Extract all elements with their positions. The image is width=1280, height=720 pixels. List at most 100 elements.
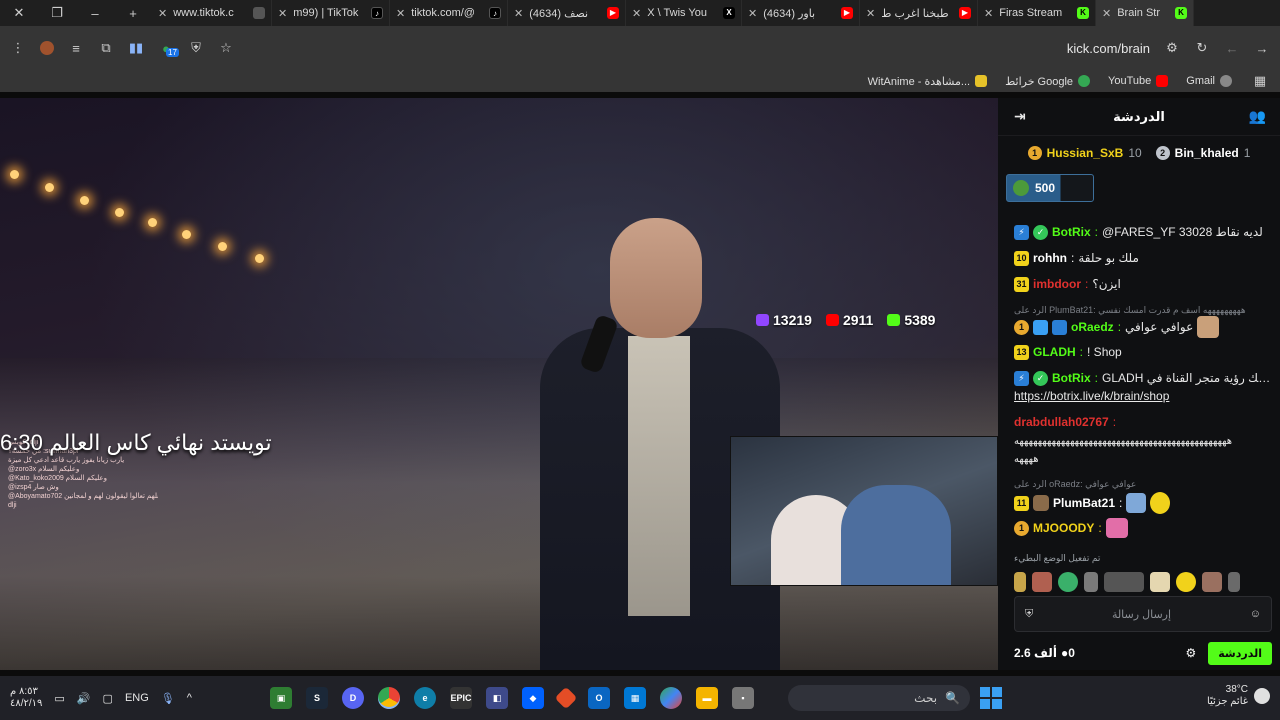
emote-icon[interactable] xyxy=(1084,572,1098,592)
chat-message[interactable]: 1 oRaedz: عوافي عوافي xyxy=(1014,316,1272,338)
bookmark-star-icon[interactable]: ☆ xyxy=(218,40,234,56)
extension-icon[interactable]: ▮▮ xyxy=(128,40,144,56)
tiktok-icon: ♪ xyxy=(371,7,383,19)
extensions-icon[interactable]: ⧉ xyxy=(98,40,114,56)
users-icon[interactable]: 👥 xyxy=(1249,108,1266,125)
shield-icon[interactable]: ⛨ xyxy=(1025,608,1033,621)
chat-settings-icon[interactable]: ⚙ xyxy=(1186,646,1197,660)
chat-message[interactable]: 1 MJOOODY: xyxy=(1014,518,1272,538)
tab-0[interactable]: ✕ www.tiktok.c xyxy=(152,0,272,26)
edge-icon[interactable]: e xyxy=(414,687,436,709)
tab-close-icon[interactable]: ✕ xyxy=(158,7,167,20)
leader-1[interactable]: 1 Hussian_SxB 10 xyxy=(1027,142,1142,164)
emote-icon[interactable] xyxy=(1202,572,1222,592)
tab-6[interactable]: ✕ طبخنا اغرب ط ▶ xyxy=(860,0,978,26)
tab-7[interactable]: ✕ Firas Stream K xyxy=(978,0,1096,26)
address-url[interactable]: kick.com/brain xyxy=(1067,41,1150,56)
discord-icon[interactable]: D xyxy=(342,687,364,709)
chat-message[interactable]: drabdullah02767: xyxy=(1014,414,1272,430)
site-settings-icon[interactable]: ⚙ xyxy=(1164,40,1180,56)
tab-8-active[interactable]: ✕ Brain Str K xyxy=(1096,0,1194,26)
restore-window-icon[interactable]: ❐ xyxy=(38,5,76,21)
emote-icon xyxy=(1126,493,1147,513)
language-indicator[interactable]: ENG xyxy=(125,692,149,704)
bookmark-google-maps[interactable]: خرائط Google xyxy=(1005,75,1091,88)
emote-icon[interactable] xyxy=(1176,572,1196,592)
reload-icon[interactable]: ↻ xyxy=(1194,40,1210,56)
windows-start-icon[interactable] xyxy=(980,687,1002,709)
volume-icon[interactable]: 🔊 xyxy=(77,692,91,705)
media-control-icon[interactable]: ≡ xyxy=(68,40,84,56)
tab-5[interactable]: ✕ (4634) باور ▶ xyxy=(742,0,860,26)
taskbar-search[interactable]: بحث 🔍 xyxy=(788,685,970,711)
back-icon[interactable]: ← xyxy=(1224,40,1240,56)
emoji-icon[interactable]: ☺ xyxy=(1250,608,1261,620)
emote-icon[interactable] xyxy=(1032,572,1052,592)
chat-message[interactable]: 31 imbdoor: ايزن؟ xyxy=(1014,276,1272,292)
leader-2[interactable]: 2 Bin_khaled 1 xyxy=(1155,142,1250,164)
chat-message[interactable]: 10 rohhn: ملك بو حلقة xyxy=(1014,250,1272,266)
bookmark-witanime[interactable]: WitAnime - مشاهدة... xyxy=(868,75,988,88)
show-hidden-icons-icon[interactable]: ^ xyxy=(187,692,192,704)
tab-2[interactable]: ✕ tiktok.com/@ ♪ xyxy=(390,0,508,26)
send-chat-button[interactable]: الدردشة xyxy=(1208,641,1272,665)
chat-message[interactable]: ⚡ ✓ BotRix: GLADH يمكنك رؤية متجر القناة… xyxy=(1014,370,1272,386)
bookmark-gmail[interactable]: Gmail xyxy=(1186,75,1232,87)
bookmark-youtube[interactable]: YouTube xyxy=(1108,75,1169,87)
store-icon[interactable]: ▦ xyxy=(624,687,646,709)
tab-1[interactable]: ✕ m99) | TikTok ♪ xyxy=(272,0,390,26)
chat-input[interactable]: ⛨ إرسال رسالة ☺ xyxy=(1014,596,1272,632)
minimize-window-icon[interactable]: – xyxy=(76,6,114,21)
chat-message-body: هههههههههههههههههههههههههههههههههههههههه… xyxy=(1014,436,1233,447)
profile-avatar-icon[interactable] xyxy=(40,41,54,55)
battery-icon[interactable]: ▭ xyxy=(54,692,64,705)
file-explorer-icon[interactable]: ▬ xyxy=(696,687,718,709)
collapse-chat-icon[interactable]: ⇥ xyxy=(1014,108,1026,125)
steam-icon[interactable]: S xyxy=(306,687,328,709)
emote-icon[interactable] xyxy=(1058,572,1078,592)
apps-grid-icon[interactable]: ▦ xyxy=(1252,73,1268,89)
forward-icon[interactable]: → xyxy=(1254,40,1270,56)
video-player[interactable]: 13219 2911 5389 كوبس :dlji من خمسة؟ :sul… xyxy=(0,98,998,670)
new-tab-icon[interactable]: + xyxy=(114,6,152,21)
shield-icon[interactable]: ⛨ xyxy=(188,40,204,56)
copilot-icon[interactable] xyxy=(660,687,682,709)
emote-icon[interactable] xyxy=(1150,572,1170,592)
dropbox-icon[interactable]: ◆ xyxy=(522,687,544,709)
tab-close-icon[interactable]: ✕ xyxy=(866,7,875,20)
tab-close-icon[interactable]: ✕ xyxy=(278,7,287,20)
emote-icon[interactable] xyxy=(1014,572,1026,592)
close-window-icon[interactable]: ✕ xyxy=(0,5,38,21)
chat-link[interactable]: https://botrix.live/k/brain/shop xyxy=(1014,388,1272,404)
tab-close-icon[interactable]: ✕ xyxy=(396,7,405,20)
tab-4[interactable]: ✕ X \ Twis You X xyxy=(626,0,742,26)
weather-widget[interactable]: 38°C غائم جزئيًا xyxy=(1207,684,1270,708)
outlook-icon[interactable]: O xyxy=(588,687,610,709)
clock[interactable]: ٨:٥٣ م ٤٨/٢/١٩ xyxy=(10,686,42,710)
gift-progress[interactable]: 500 xyxy=(1006,174,1094,202)
xbox-app-icon[interactable]: ▣ xyxy=(270,687,292,709)
emote-icon xyxy=(1197,316,1220,338)
microphone-icon[interactable]: 🎙 xyxy=(161,692,175,705)
chrome-icon[interactable] xyxy=(378,687,400,709)
git-icon[interactable] xyxy=(554,686,578,710)
tab-close-icon[interactable]: ✕ xyxy=(1102,7,1111,20)
app-icon[interactable]: ◧ xyxy=(486,687,508,709)
tab-close-icon[interactable]: ✕ xyxy=(984,7,993,20)
app-icon[interactable]: ▪ xyxy=(732,687,754,709)
tab-close-icon[interactable]: ✕ xyxy=(748,7,757,20)
emote-icon[interactable] xyxy=(1104,572,1144,592)
epic-games-icon[interactable]: EPIC xyxy=(450,687,472,709)
tab-3[interactable]: ✕ (4634) نصف ▶ xyxy=(508,0,626,26)
network-icon[interactable]: ▢ xyxy=(103,692,113,705)
chat-message[interactable]: ⚡ ✓ BotRix: @FARES_YF 33028 لديه نقاط xyxy=(1014,224,1272,240)
menu-dots-icon[interactable]: ⋮ xyxy=(10,40,26,56)
chat-message[interactable]: 11 PlumBat21: xyxy=(1014,492,1272,514)
chat-message[interactable]: 13 GLADH: ! Shop xyxy=(1014,344,1272,360)
emote-icon[interactable] xyxy=(1228,572,1240,592)
youtube-icon xyxy=(825,314,839,326)
tab-close-icon[interactable]: ✕ xyxy=(514,7,523,20)
extension-badge-icon[interactable]: ●17 xyxy=(158,40,179,57)
tab-close-icon[interactable]: ✕ xyxy=(632,7,641,20)
reply-context: الرد على oRaedz: عوافي عوافي xyxy=(1014,479,1137,489)
